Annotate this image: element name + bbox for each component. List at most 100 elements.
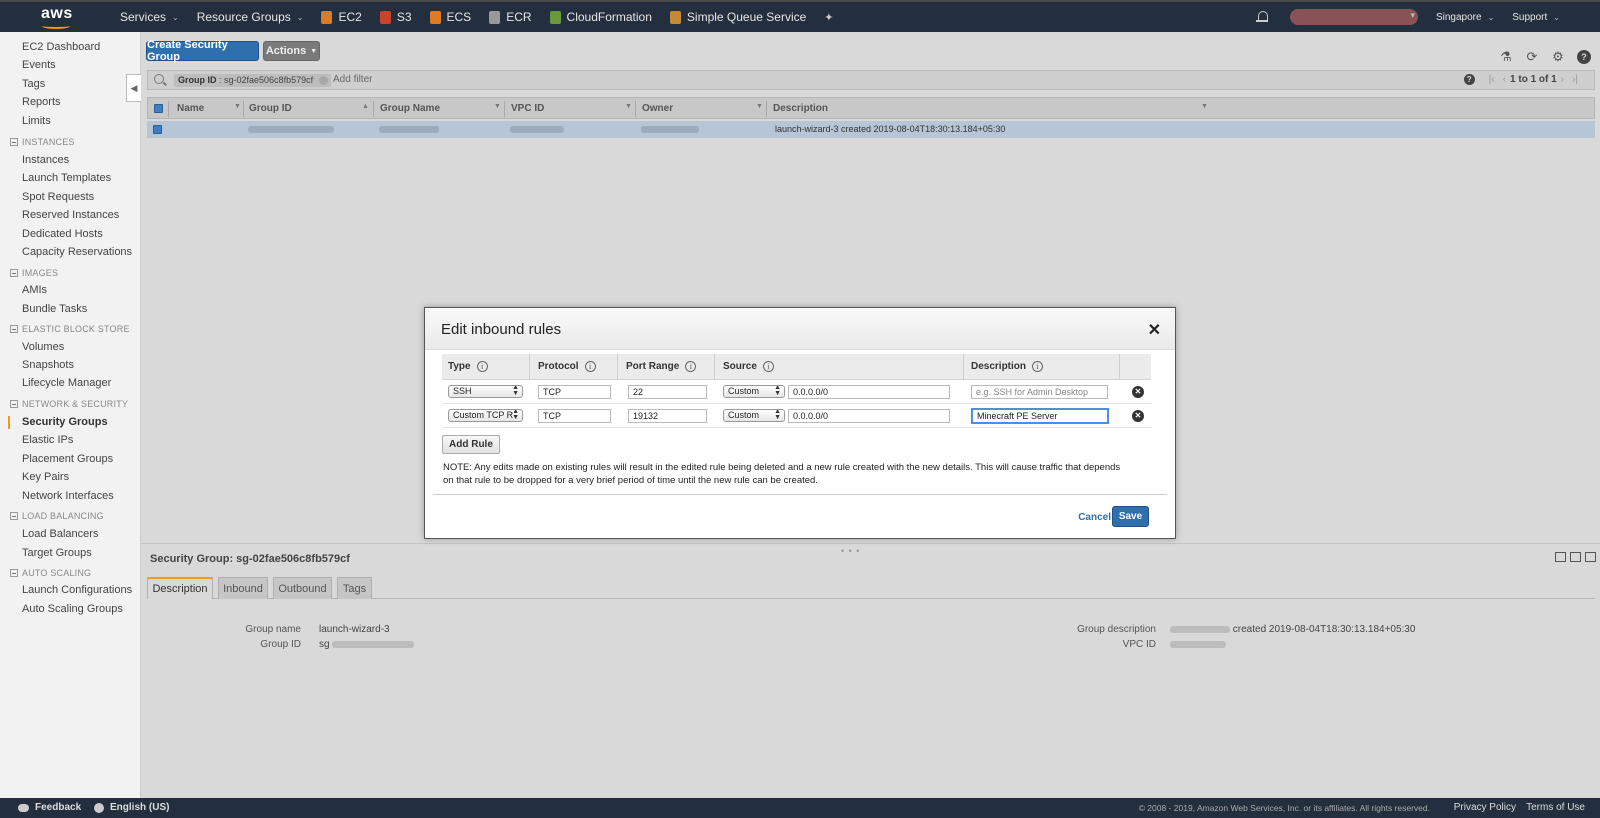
help-icon[interactable]: ? [1577,50,1591,64]
shortcut-ec2[interactable]: EC2 [321,10,362,24]
last-page-icon[interactable]: ›| [1572,74,1578,85]
column-group-id[interactable]: Group ID [249,103,292,114]
sidebar-item-limits[interactable]: Limits [22,115,51,127]
sidebar-item-elastic-ips[interactable]: Elastic IPs [22,434,73,446]
sidebar-item-reports[interactable]: Reports [22,96,61,108]
sort-icon[interactable]: ▼ [756,103,763,110]
cancel-button[interactable]: Cancel [1078,512,1111,523]
type-select[interactable]: Custom TCP R ▲ ▼ [448,409,523,422]
column-description[interactable]: Description [773,103,828,114]
region-menu[interactable]: Singapore ⌄ [1436,12,1494,23]
cidr-input[interactable]: 0.0.0.0/0 [788,385,950,399]
sort-icon[interactable]: ▼ [494,103,501,110]
create-security-group-button[interactable]: Create Security Group [146,39,259,63]
sidebar-item-network-interfaces[interactable]: Network Interfaces [22,490,114,502]
close-icon[interactable]: ✕ [1148,320,1161,340]
sidebar-item-snapshots[interactable]: Snapshots [22,359,74,371]
shortcut-ecr[interactable]: ECR [489,10,532,24]
refresh-icon[interactable]: ⟳ [1525,49,1539,64]
panel-splitter[interactable] [141,543,1600,544]
type-select[interactable]: SSH ▲ ▼ [448,385,523,398]
sidebar-item-dedicated-hosts[interactable]: Dedicated Hosts [22,228,103,240]
info-icon[interactable]: i [476,361,488,372]
remove-filter-icon[interactable] [319,76,329,85]
first-page-icon[interactable]: |‹ [1489,74,1495,85]
column-vpc-id[interactable]: VPC ID [511,103,544,114]
column-name[interactable]: Name [177,103,204,114]
sidebar-item-ec2-dashboard[interactable]: EC2 Dashboard [22,41,100,53]
info-icon[interactable]: i [685,361,697,372]
info-icon[interactable]: i [1032,361,1044,372]
account-menu[interactable] [1289,9,1418,25]
sidebar-item-security-groups[interactable]: Security Groups [22,416,108,428]
layout-split-icon[interactable] [1570,552,1581,562]
description-input[interactable]: e.g. SSH for Admin Desktop [971,385,1108,399]
shortcut-sqs[interactable]: Simple Queue Service [669,10,806,24]
column-group-name[interactable]: Group Name [380,103,440,114]
sidebar-section-auto-scaling[interactable]: AUTO SCALING [10,568,91,578]
delete-rule-icon[interactable]: ✕ [1132,386,1144,398]
sort-icon[interactable]: ▼ [1201,103,1208,110]
sidebar-item-bundle-tasks[interactable]: Bundle Tasks [22,303,87,315]
shortcut-cloudformation[interactable]: CloudFormation [549,10,652,24]
sidebar-item-load-balancers[interactable]: Load Balancers [22,528,98,540]
sidebar-section-images[interactable]: IMAGES [10,268,58,278]
feedback-link[interactable]: Feedback [18,802,81,813]
aws-logo[interactable]: aws [30,2,120,32]
sidebar-item-spot-requests[interactable]: Spot Requests [22,191,94,203]
terms-of-use-link[interactable]: Terms of Use [1526,802,1585,813]
tab-outbound[interactable]: Outbound [273,577,332,599]
table-row[interactable]: launch-wizard-3 created 2019-08-04T18:30… [147,121,1595,138]
sidebar-collapse-button[interactable]: ◀ [126,74,142,102]
sidebar-item-lifecycle-manager[interactable]: Lifecycle Manager [22,377,111,389]
resize-grip-icon[interactable]: • • • [841,546,860,556]
add-filter-input[interactable]: Add filter [333,74,372,85]
pin-icon[interactable]: ✦ [824,11,833,24]
sidebar-item-instances[interactable]: Instances [22,154,69,166]
sidebar-item-tags[interactable]: Tags [22,78,45,90]
actions-button[interactable]: Actions ▼ [263,41,320,61]
sidebar-section-ebs[interactable]: ELASTIC BLOCK STORE [10,324,130,334]
tab-tags[interactable]: Tags [337,577,372,599]
layout-full-icon[interactable] [1585,552,1596,562]
sidebar-item-placement-groups[interactable]: Placement Groups [22,453,113,465]
filter-chip[interactable]: Group ID : sg-02fae506c8fb579cf [174,74,332,87]
add-rule-button[interactable]: Add Rule [442,435,500,454]
protocol-field[interactable]: TCP [538,385,611,399]
support-menu[interactable]: Support ⌄ [1512,12,1560,23]
resource-groups-menu[interactable]: Resource Groups ⌄ [197,10,304,24]
next-page-icon[interactable]: › [1561,74,1564,85]
sidebar-item-target-groups[interactable]: Target Groups [22,547,92,559]
port-range-input[interactable]: 22 [628,385,707,399]
sidebar-item-amis[interactable]: AMIs [22,284,47,296]
gear-icon[interactable]: ⚙ [1551,49,1565,64]
tab-inbound[interactable]: Inbound [218,577,268,599]
sort-icon[interactable]: ▼ [234,103,241,110]
language-selector[interactable]: English (US) [94,802,169,813]
layout-bottom-icon[interactable] [1555,552,1566,562]
shortcut-s3[interactable]: S3 [379,10,412,24]
info-icon[interactable]: i [584,361,596,372]
help-icon[interactable]: ? [1463,74,1475,85]
sort-icon[interactable]: ▼ [625,103,632,110]
sidebar-item-launch-configurations[interactable]: Launch Configurations [22,584,132,596]
info-icon[interactable]: i [762,361,774,372]
notification-bell-icon[interactable] [1255,11,1268,23]
sidebar-section-instances[interactable]: INSTANCES [10,137,75,147]
source-select[interactable]: Custom ▲ ▼ [723,385,785,398]
services-menu[interactable]: Services ⌄ [120,10,179,24]
privacy-policy-link[interactable]: Privacy Policy [1454,802,1516,813]
delete-rule-icon[interactable]: ✕ [1132,410,1144,422]
sidebar-item-events[interactable]: Events [22,59,56,71]
sidebar-item-capacity-reservations[interactable]: Capacity Reservations [22,246,132,258]
save-button[interactable]: Save [1112,506,1149,527]
sidebar-item-auto-scaling-groups[interactable]: Auto Scaling Groups [22,603,123,615]
shortcut-ecs[interactable]: ECS [429,10,471,24]
column-owner[interactable]: Owner [642,103,673,114]
flask-icon[interactable]: ⚗ [1499,49,1513,64]
tab-description[interactable]: Description [147,577,213,599]
sidebar-section-network-security[interactable]: NETWORK & SECURITY [10,399,128,409]
port-range-input[interactable]: 19132 [628,409,707,423]
sidebar-item-volumes[interactable]: Volumes [22,341,64,353]
filter-bar[interactable]: Group ID : sg-02fae506c8fb579cf Add filt… [147,70,1595,90]
